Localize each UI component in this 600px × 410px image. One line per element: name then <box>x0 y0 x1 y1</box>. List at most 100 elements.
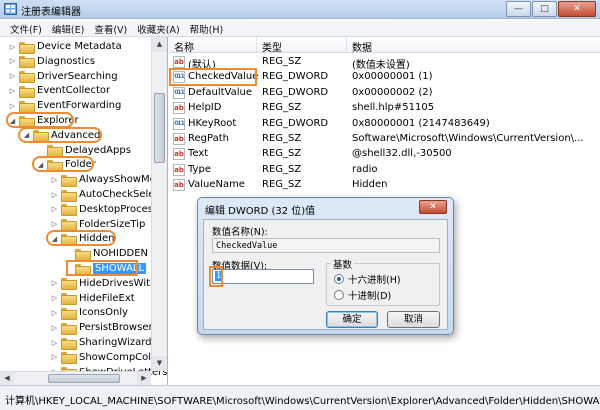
expand-arrow-icon[interactable]: ▷ <box>50 309 59 317</box>
menu-file[interactable]: 文件(F) <box>6 20 48 36</box>
tree-item[interactable]: ▷ EventCollector <box>8 83 110 98</box>
status-bar: 计算机\HKEY_LOCAL_MACHINE\SOFTWARE\Microsof… <box>0 385 600 410</box>
ok-button[interactable]: 确定 <box>326 311 378 328</box>
expand-arrow-icon[interactable]: ▷ <box>50 205 59 213</box>
dialog-close-button[interactable]: ✕ <box>419 200 447 214</box>
string-value-icon: ab <box>173 163 185 176</box>
value-name-cell: ValueName <box>188 179 245 191</box>
value-type-cell: REG_DWORD <box>262 71 329 83</box>
scroll-thumb[interactable] <box>154 93 165 163</box>
table-row[interactable]: ab Type REG_SZ radio <box>169 163 600 178</box>
maximize-button[interactable]: □ <box>532 1 557 17</box>
tree-item[interactable]: ▷ HideFileExt <box>50 291 135 306</box>
value-type-cell: REG_SZ <box>262 56 302 67</box>
window-title: 注册表编辑器 <box>21 7 81 18</box>
value-data-cell: @shell32.dll,-30500 <box>352 148 452 160</box>
tree-item-label: DelayedApps <box>65 144 131 156</box>
scroll-left-arrow-icon[interactable]: ◀ <box>0 372 14 385</box>
highlight-ring <box>32 156 94 173</box>
tree-item[interactable]: ▷ ShowCompColor <box>50 350 161 365</box>
value-name-label: 数值名称(N): <box>212 227 268 238</box>
minimize-button[interactable]: — <box>506 1 531 17</box>
tree-item-label: ShowCompColor <box>79 351 162 363</box>
expand-arrow-icon[interactable]: ▷ <box>50 353 59 361</box>
expand-arrow-icon[interactable]: ▷ <box>50 220 59 228</box>
tree-item[interactable]: ▷ HideDrivesWithN <box>50 276 164 291</box>
dialog-title: 编辑 DWORD (32 位)值 <box>205 206 316 217</box>
column-header-type[interactable]: 类型 <box>257 37 347 54</box>
dialog-body: 数值名称(N): CheckedValue 数值数据(V): 1 基数 十六进制… <box>203 219 448 330</box>
table-row[interactable]: ab Text REG_SZ @shell32.dll,-30500 <box>169 147 600 162</box>
tree-item[interactable]: ▷ FolderSizeTip <box>50 217 145 232</box>
value-data-cell: (数值未设置) <box>352 60 410 71</box>
expand-arrow-icon[interactable]: ▷ <box>50 324 59 332</box>
expand-arrow-icon[interactable]: ▷ <box>8 72 17 80</box>
scroll-right-arrow-icon[interactable]: ▶ <box>137 372 151 385</box>
value-name-cell: RegPath <box>188 133 229 144</box>
tree-horizontal-scrollbar[interactable]: ◀ ▶ <box>0 371 151 385</box>
tree-item[interactable]: ▷ DriverSearching <box>8 69 118 84</box>
tree-item[interactable]: ▷ Device Metadata <box>8 39 122 54</box>
value-type-cell: REG_SZ <box>262 179 302 191</box>
tree-vertical-scrollbar[interactable]: ▲ ▼ <box>151 37 167 371</box>
tree-item[interactable]: ▷ IconsOnly <box>50 305 128 320</box>
scroll-up-arrow-icon[interactable]: ▲ <box>152 37 167 52</box>
column-header-data[interactable]: 数据 <box>347 37 600 54</box>
tree-item-label: FolderSizeTip <box>79 218 146 230</box>
cancel-button[interactable]: 取消 <box>387 311 440 328</box>
close-button[interactable]: ✕ <box>558 1 596 17</box>
value-data-cell: shell.hlp#51105 <box>352 102 435 114</box>
tree-item[interactable]: DelayedApps <box>36 143 131 158</box>
scroll-down-arrow-icon[interactable]: ▼ <box>152 356 167 371</box>
tree-item[interactable]: ▷ AutoCheckSelect <box>50 187 164 202</box>
table-row[interactable]: 011 DefaultValue REG_DWORD 0x00000002 (2) <box>169 86 600 101</box>
hex-radio-option[interactable]: 十六进制(H) <box>334 272 401 286</box>
dec-radio[interactable] <box>334 290 344 300</box>
dec-radio-option[interactable]: 十进制(D) <box>334 288 391 302</box>
value-data-highlight <box>209 266 223 287</box>
tree-item[interactable]: ▷ SharingWizardOr <box>50 335 163 350</box>
table-row[interactable]: ab RegPath REG_SZ Software\Microsoft\Window… <box>169 132 600 147</box>
table-row[interactable]: ab HelpID REG_SZ shell.hlp#51105 <box>169 101 600 116</box>
table-row[interactable]: ab ValueName REG_SZ Hidden <box>169 178 600 193</box>
regedit-app-icon <box>4 3 17 15</box>
folder-icon <box>19 41 35 54</box>
string-value-icon: ab <box>173 102 185 115</box>
expand-arrow-icon[interactable]: ▷ <box>50 176 59 184</box>
expand-arrow-icon[interactable]: ▷ <box>50 279 59 287</box>
registry-key-tree[interactable]: ▷ Device Metadata ▷ Diagnostics ▷ DriverSearc… <box>0 37 168 385</box>
tree-item-label: DesktopProcess <box>79 203 159 215</box>
highlight-box-showall <box>66 260 138 276</box>
scroll-thumb-horizontal[interactable] <box>48 374 120 383</box>
menu-help[interactable]: 帮助(H) <box>186 20 230 36</box>
column-header-name[interactable]: 名称 <box>169 37 257 54</box>
folder-icon <box>61 174 77 187</box>
value-data-cell: Hidden <box>352 179 388 191</box>
value-name-cell: HKeyRoot <box>188 117 237 129</box>
expand-arrow-icon[interactable]: ▷ <box>8 87 17 95</box>
tree-item[interactable]: ▷ PersistBrowsers <box>50 320 158 335</box>
expand-arrow-icon[interactable]: ▷ <box>8 43 17 51</box>
tree-item[interactable]: ▷ EventForwarding <box>8 98 121 113</box>
hex-radio[interactable] <box>334 274 344 284</box>
tree-item-label: IconsOnly <box>79 307 129 319</box>
expand-arrow-icon[interactable]: ▷ <box>50 294 59 302</box>
value-data-input[interactable]: 1 <box>212 269 314 284</box>
tree-item[interactable]: ▷ Diagnostics <box>8 54 95 69</box>
highlight-ring <box>18 126 102 143</box>
expand-arrow-icon[interactable]: ▷ <box>50 191 59 199</box>
menu-edit[interactable]: 编辑(E) <box>48 20 90 36</box>
value-type-cell: REG_SZ <box>262 102 302 114</box>
folder-icon <box>61 219 77 232</box>
value-data-cell: Software\Microsoft\Windows\CurrentVersio… <box>352 133 584 144</box>
menu-view[interactable]: 查看(V) <box>90 20 133 36</box>
tree-item[interactable]: NOHIDDEN <box>64 246 148 261</box>
expand-arrow-icon[interactable]: ▷ <box>50 339 59 347</box>
tree-item[interactable]: ▷ DesktopProcess <box>50 202 158 217</box>
string-value-icon: ab <box>173 179 185 192</box>
menu-favorites[interactable]: 收藏夹(A) <box>133 20 185 36</box>
expand-arrow-icon[interactable]: ▷ <box>8 57 17 65</box>
expand-arrow-icon[interactable]: ▷ <box>8 102 17 110</box>
folder-icon <box>61 293 77 306</box>
table-row[interactable]: 011 HKeyRoot REG_DWORD 0x80000001 (21474836… <box>169 117 600 132</box>
